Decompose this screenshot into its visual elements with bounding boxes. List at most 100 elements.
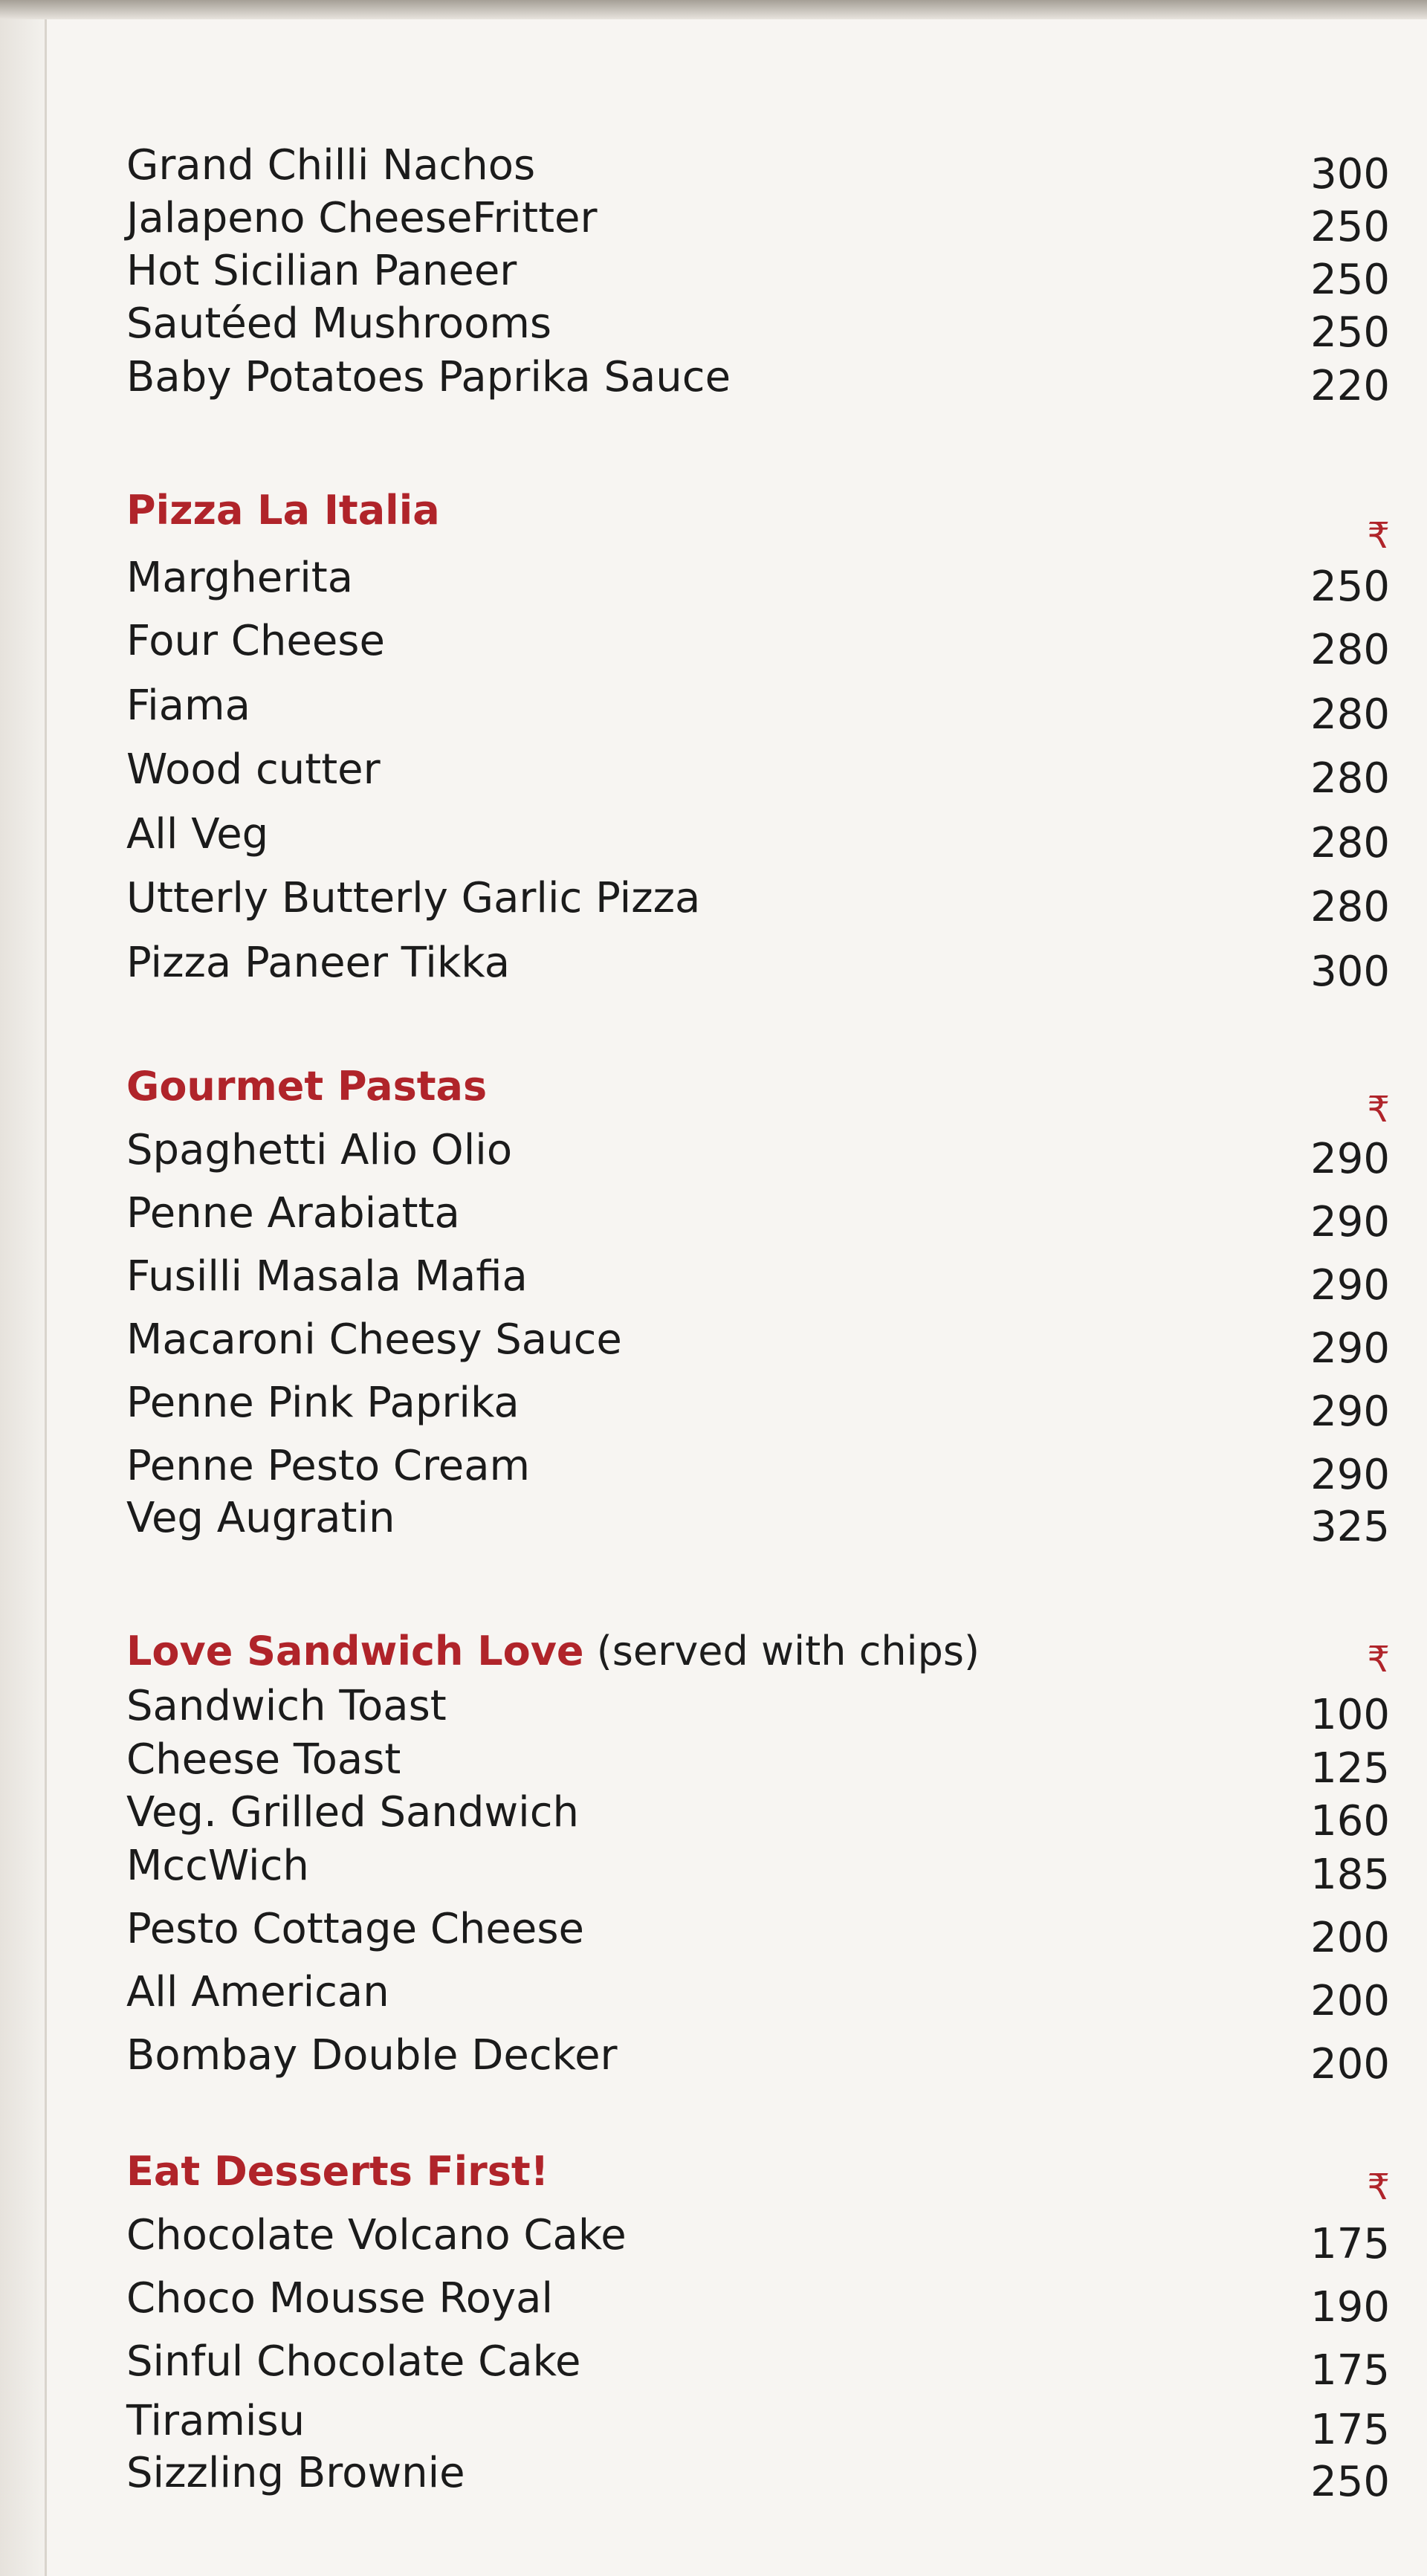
section-title: Eat Desserts First!: [126, 2148, 549, 2195]
menu-item-name: Sinful Chocolate Cake: [126, 2337, 581, 2386]
rupee-symbol: ₹: [1367, 2166, 1390, 2208]
menu-item-row: Penne Pesto Cream 290: [126, 1442, 1390, 1501]
menu-item-price: 300: [1310, 150, 1390, 198]
menu-item-name: Sautéed Mushrooms: [126, 300, 552, 348]
menu-item-name: Wood cutter: [126, 745, 381, 794]
menu-item-price: 290: [1310, 1451, 1390, 1499]
menu-item-row: Pesto Cottage Cheese 200: [126, 1905, 1390, 1964]
menu-item-name: Veg Augratin: [126, 1494, 395, 1542]
menu-item-row: Macaroni Cheesy Sauce 290: [126, 1315, 1390, 1375]
rupee-symbol: ₹: [1367, 515, 1390, 557]
menu-item-price: 280: [1310, 754, 1390, 803]
menu-item-price: 250: [1310, 256, 1390, 304]
menu-item-name: Margherita: [126, 554, 354, 602]
menu-item-price: 290: [1310, 1198, 1390, 1246]
menu-item-name: Fiama: [126, 682, 250, 730]
menu-item-row: All American 200: [126, 1968, 1390, 2028]
menu-item-row: Sandwich Toast 100: [126, 1682, 1390, 1741]
section-title-text: Love Sandwich Love: [126, 1628, 584, 1674]
menu-item-row: Penne Pink Paprika 290: [126, 1379, 1390, 1438]
menu-item-row: Veg Augratin 325: [126, 1494, 1390, 1553]
menu-item-price: 160: [1310, 1797, 1390, 1845]
section-title-text: Gourmet Pastas: [126, 1063, 488, 1110]
menu-page: Grand Chilli Nachos 300 Jalapeno CheeseFri…: [0, 0, 1427, 2576]
menu-item-price: 175: [1310, 2406, 1390, 2454]
menu-item-row: Penne Arabiatta 290: [126, 1189, 1390, 1249]
menu-item-price: 290: [1310, 1261, 1390, 1310]
menu-item-price: 290: [1310, 1388, 1390, 1436]
menu-item-row: Fiama 280: [126, 682, 1390, 741]
menu-item-name: Veg. Grilled Sandwich: [126, 1788, 579, 1836]
menu-item-name: Four Cheese: [126, 617, 385, 665]
menu-item-name: Baby Potatoes Paprika Sauce: [126, 353, 731, 401]
menu-item-name: Fusilli Masala Mafia: [126, 1252, 528, 1301]
menu-item-name: Choco Mousse Royal: [126, 2274, 554, 2323]
menu-item-row: Sautéed Mushrooms 250: [126, 300, 1390, 359]
menu-item-price: 280: [1310, 690, 1390, 739]
menu-item-name: Hot Sicilian Paneer: [126, 247, 517, 295]
menu-item-row: Hot Sicilian Paneer 250: [126, 247, 1390, 306]
menu-item-price: 280: [1310, 819, 1390, 867]
rupee-symbol: ₹: [1367, 1639, 1390, 1680]
menu-item-row: Wood cutter 280: [126, 745, 1390, 805]
menu-item-name: Cheese Toast: [126, 1735, 401, 1784]
menu-item-price: 220: [1310, 362, 1390, 410]
menu-item-name: MccWich: [126, 1842, 309, 1890]
menu-item-name: Spaghetti Alio Olio: [126, 1126, 513, 1174]
menu-item-row: Baby Potatoes Paprika Sauce 220: [126, 353, 1390, 412]
menu-item-price: 250: [1310, 2458, 1390, 2506]
menu-item-price: 185: [1310, 1851, 1390, 1899]
menu-item-name: Penne Pesto Cream: [126, 1442, 531, 1490]
menu-item-name: Macaroni Cheesy Sauce: [126, 1315, 622, 1364]
section-title: Love Sandwich Love (served with chips): [126, 1628, 980, 1674]
menu-item-row: Choco Mousse Royal 190: [126, 2274, 1390, 2334]
menu-item-price: 175: [1310, 2346, 1390, 2395]
menu-item-name: Sizzling Brownie: [126, 2449, 465, 2497]
rupee-symbol: ₹: [1367, 1089, 1390, 1130]
menu-item-name: Tiramisu: [126, 2397, 305, 2445]
menu-item-row: Jalapeno CheeseFritter 250: [126, 194, 1390, 253]
menu-item-name: All Veg: [126, 810, 269, 858]
menu-item-name: Jalapeno CheeseFritter: [126, 194, 598, 242]
menu-item-row: Bombay Double Decker 200: [126, 2031, 1390, 2091]
menu-item-name: Utterly Butterly Garlic Pizza: [126, 874, 701, 922]
menu-item-row: Veg. Grilled Sandwich 160: [126, 1788, 1390, 1848]
menu-item-price: 280: [1310, 883, 1390, 931]
menu-item-price: 280: [1310, 626, 1390, 674]
page-left-margin: [0, 19, 45, 2576]
menu-item-price: 100: [1310, 1691, 1390, 1739]
menu-item-name: Grand Chilli Nachos: [126, 141, 536, 190]
menu-item-name: Sandwich Toast: [126, 1682, 447, 1730]
menu-item-price: 290: [1310, 1135, 1390, 1183]
menu-item-row: Four Cheese 280: [126, 617, 1390, 676]
menu-item-row: Fusilli Masala Mafia 290: [126, 1252, 1390, 1312]
menu-item-row: Sizzling Brownie 250: [126, 2449, 1390, 2508]
menu-item-row: MccWich 185: [126, 1842, 1390, 1901]
section-note: (served with chips): [583, 1628, 980, 1674]
menu-item-row: Utterly Butterly Garlic Pizza 280: [126, 874, 1390, 933]
menu-item-row: Pizza Paneer Tikka 300: [126, 939, 1390, 998]
menu-item-name: Pesto Cottage Cheese: [126, 1905, 584, 1953]
menu-item-price: 200: [1310, 2040, 1390, 2088]
menu-item-name: Chocolate Volcano Cake: [126, 2211, 627, 2259]
menu-item-price: 200: [1310, 1977, 1390, 2025]
menu-item-name: All American: [126, 1968, 389, 2016]
section-title: Pizza La Italia: [126, 487, 440, 534]
menu-item-price: 190: [1310, 2283, 1390, 2331]
menu-item-price: 300: [1310, 948, 1390, 996]
menu-item-name: Pizza Paneer Tikka: [126, 939, 511, 987]
menu-item-row: Sinful Chocolate Cake 175: [126, 2337, 1390, 2397]
menu-item-price: 290: [1310, 1324, 1390, 1373]
page-top-edge: [0, 0, 1427, 19]
menu-item-name: Penne Arabiatta: [126, 1189, 460, 1237]
menu-list: Grand Chilli Nachos 300 Jalapeno CheeseFri…: [126, 71, 1390, 2576]
section-title: Gourmet Pastas: [126, 1063, 487, 1110]
menu-item-price: 200: [1310, 1914, 1390, 1962]
menu-item-row: Chocolate Volcano Cake 175: [126, 2211, 1390, 2271]
section-title-text: Pizza La Italia: [126, 487, 440, 534]
menu-item-price: 250: [1310, 563, 1390, 611]
section-title-text: Eat Desserts First!: [126, 2148, 549, 2195]
menu-item-price: 125: [1310, 1744, 1390, 1793]
page-fold-line: [45, 19, 47, 2576]
menu-item-row: Spaghetti Alio Olio 290: [126, 1126, 1390, 1185]
